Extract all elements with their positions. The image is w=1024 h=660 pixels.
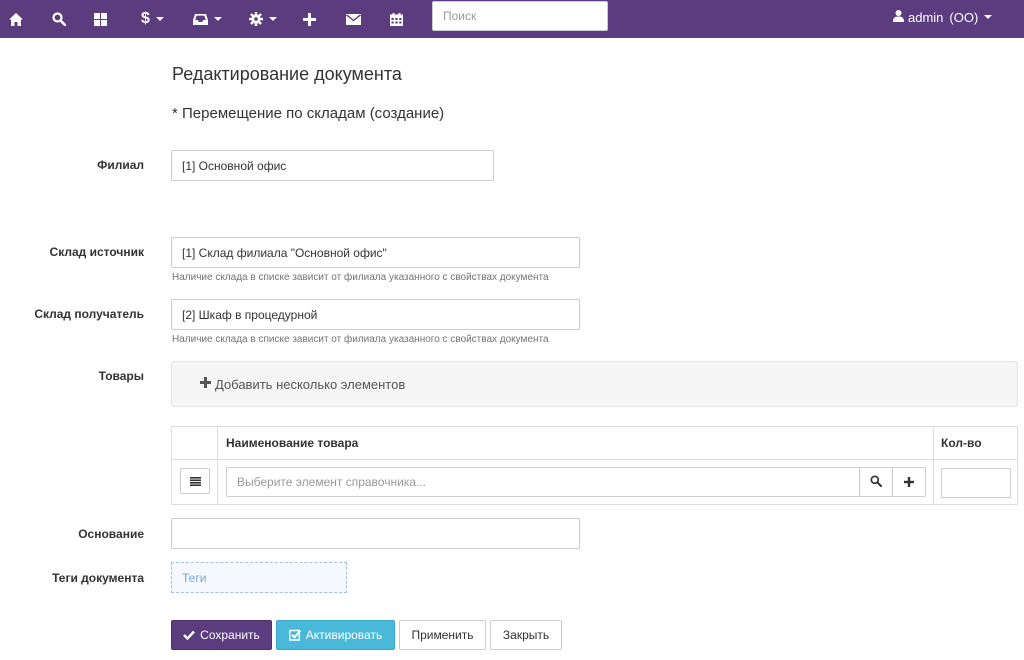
top-navbar: $ admin (ОО) xyxy=(0,0,1024,38)
table-divider xyxy=(217,427,218,504)
user-menu-dropdown[interactable]: admin (ОО) xyxy=(893,0,993,34)
caret-down-icon xyxy=(984,15,993,19)
gear-icon xyxy=(249,12,263,26)
list-icon xyxy=(189,474,201,489)
source-warehouse-select[interactable]: [1] Склад филиала "Основной офис" xyxy=(171,237,580,268)
nav-add[interactable] xyxy=(303,0,316,38)
save-button-label: Сохранить xyxy=(200,628,260,642)
target-warehouse-select[interactable]: [2] Шкаф в процедурной xyxy=(171,299,580,330)
basis-label: Основание xyxy=(78,527,144,541)
caret-down-icon xyxy=(269,17,277,21)
home-icon xyxy=(9,12,23,26)
goods-table: Наименование товара Кол-во Выберите элем… xyxy=(171,426,1018,505)
checkmark-icon xyxy=(183,630,196,640)
product-search-button[interactable] xyxy=(859,467,893,497)
nav-finance-dropdown[interactable]: $ xyxy=(141,0,164,38)
branch-select[interactable]: [1] Основной офис xyxy=(171,150,494,181)
nav-calendar[interactable] xyxy=(390,0,403,38)
document-subtitle: * Перемещение по складам (создание) xyxy=(172,105,445,122)
check-square-icon xyxy=(288,629,301,641)
apply-button[interactable]: Применить xyxy=(399,620,486,650)
document-tags-input[interactable]: Теги xyxy=(171,562,347,593)
apply-button-label: Применить xyxy=(411,628,474,642)
table-header-divider xyxy=(172,459,1017,460)
column-header-product-name: Наименование товара xyxy=(226,436,359,450)
close-button[interactable]: Закрыть xyxy=(490,620,562,650)
target-warehouse-help: Наличие склада в списке зависит от филиа… xyxy=(172,334,549,345)
product-reference-input[interactable]: Выберите элемент справочника... xyxy=(226,467,859,497)
save-button[interactable]: Сохранить xyxy=(171,620,272,650)
plus-icon xyxy=(303,12,316,26)
dashboard-icon xyxy=(94,12,107,26)
document-tags-label: Теги документа xyxy=(52,571,144,585)
nav-search[interactable] xyxy=(52,0,66,38)
calendar-icon xyxy=(390,12,403,26)
column-header-quantity: Кол-во xyxy=(941,436,982,450)
caret-down-icon xyxy=(155,17,164,21)
dollar-icon: $ xyxy=(141,10,150,27)
table-divider xyxy=(933,427,934,504)
search-icon xyxy=(870,474,882,490)
envelope-icon xyxy=(346,13,361,25)
nav-settings-dropdown[interactable] xyxy=(249,0,277,38)
close-button-label: Закрыть xyxy=(502,628,550,642)
plus-icon xyxy=(200,376,211,392)
source-warehouse-help: Наличие склада в списке зависит от филиа… xyxy=(172,272,549,283)
add-several-items-button[interactable]: Добавить несколько элементов xyxy=(171,361,1018,407)
nav-inbox-dropdown[interactable] xyxy=(193,0,222,38)
user-name: admin xyxy=(908,9,944,25)
nav-messages[interactable] xyxy=(346,0,361,38)
activate-button-label: Активировать xyxy=(305,628,383,642)
product-add-button[interactable] xyxy=(892,467,926,497)
page-title: Редактирование документа xyxy=(172,64,402,84)
inbox-icon xyxy=(193,13,208,26)
target-warehouse-label: Склад получатель xyxy=(34,307,144,321)
nav-dashboard[interactable] xyxy=(94,0,107,38)
plus-icon xyxy=(904,475,914,490)
search-icon xyxy=(52,12,66,26)
add-several-items-label: Добавить несколько элементов xyxy=(215,376,406,392)
caret-down-icon xyxy=(214,17,222,21)
user-icon xyxy=(893,9,904,25)
basis-input[interactable] xyxy=(171,518,580,549)
quantity-input[interactable] xyxy=(941,468,1011,498)
user-org: (ОО) xyxy=(949,9,979,25)
nav-home[interactable] xyxy=(9,0,23,38)
goods-label: Товары xyxy=(98,369,144,383)
navbar-search-input[interactable] xyxy=(432,1,608,31)
row-menu-button[interactable] xyxy=(180,468,210,494)
activate-button[interactable]: Активировать xyxy=(276,620,395,650)
branch-label: Филиал xyxy=(97,158,144,172)
source-warehouse-label: Склад источник xyxy=(49,245,144,259)
